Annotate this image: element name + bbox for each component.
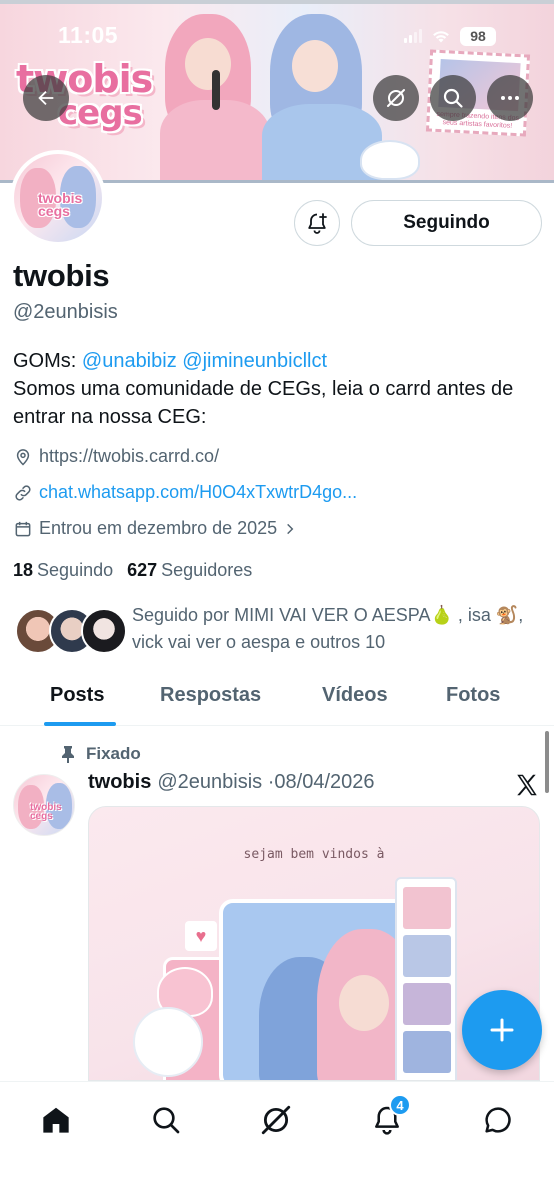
website-link[interactable]: chat.whatsapp.com/H0O4xTxwtrD4go...: [39, 482, 357, 503]
compose-post-button[interactable]: [462, 990, 542, 1070]
post-avatar-logo: twobis cegs: [30, 803, 62, 822]
more-icon: [501, 96, 519, 100]
bell-plus-icon: [308, 213, 327, 234]
joined-text: Entrou em dezembro de 2025: [39, 518, 278, 538]
profile-bio: GOMs: @unabibiz @jimineunbicllct Somos u…: [13, 347, 533, 431]
bio-prefix: GOMs:: [13, 350, 82, 372]
chevron-right-icon: [287, 523, 294, 534]
nav-grok[interactable]: [256, 1100, 296, 1140]
avatar-logo: twobis cegs: [38, 191, 82, 219]
scrollbar-thumb[interactable]: [545, 731, 549, 793]
grok-button[interactable]: [373, 75, 419, 121]
media-bunny-plush: [133, 1007, 203, 1077]
status-time: 11:05: [58, 22, 119, 48]
plus-icon: [490, 1018, 514, 1042]
heart-icon: ♥: [185, 921, 217, 951]
post-header: twobis @2eunbisis ·08/04/2026: [88, 771, 375, 794]
display-name: twobis: [13, 258, 110, 293]
media-face: [339, 975, 389, 1031]
nav-search[interactable]: [146, 1100, 186, 1140]
media-caption: sejam bem vindos à: [243, 847, 385, 862]
back-button[interactable]: [23, 75, 69, 121]
status-icons: 98: [404, 26, 496, 46]
followed-by-avatars[interactable]: [15, 608, 127, 656]
banner-logo-line2: cegs: [58, 93, 143, 133]
pin-icon: [62, 746, 74, 763]
profile-website[interactable]: chat.whatsapp.com/H0O4xTxwtrD4go...: [13, 482, 357, 503]
post-author-avatar[interactable]: twobis cegs: [13, 774, 75, 836]
tab-replies[interactable]: Respostas: [160, 684, 261, 707]
post-author-name[interactable]: twobis: [88, 771, 151, 793]
notification-subscribe-button[interactable]: [294, 200, 340, 246]
tab-videos[interactable]: Vídeos: [322, 684, 388, 707]
following-button[interactable]: Seguindo: [351, 200, 542, 246]
back-arrow-icon: [38, 90, 54, 106]
followers-count: 627: [127, 560, 158, 580]
bio-mention-jimineunbicllct[interactable]: @jimineunbicllct: [182, 350, 327, 372]
followers-label: Seguidores: [161, 560, 253, 580]
avatar-image: twobis cegs: [14, 154, 102, 242]
search-icon: [153, 1107, 180, 1134]
link-icon: [15, 484, 31, 501]
following-link[interactable]: 18 Seguindo: [13, 560, 113, 581]
profile-avatar[interactable]: twobis cegs: [10, 150, 106, 246]
follower-avatar: [81, 608, 127, 654]
post-author-handle[interactable]: @2eunbisis: [157, 771, 262, 793]
calendar-icon: [15, 521, 31, 536]
banner-top-edge: [0, 0, 554, 4]
microphone-shape: [212, 70, 220, 110]
more-options-button[interactable]: [487, 75, 533, 121]
pinned-indicator: Fixado: [60, 744, 141, 764]
profile-handle: @2eunbisis: [13, 301, 118, 323]
banner-figure-left-face: [185, 38, 231, 90]
nav-home[interactable]: [36, 1100, 76, 1140]
profile-location: https://twobis.carrd.co/: [13, 446, 219, 467]
following-label: Seguindo: [37, 560, 114, 580]
nav-notifications[interactable]: 4: [367, 1094, 411, 1140]
x-logo-icon[interactable]: [514, 772, 540, 798]
battery-indicator: 98: [460, 26, 496, 46]
grok-icon: [387, 89, 405, 107]
follow-counts: 18 Seguindo 627 Seguidores: [13, 560, 252, 581]
location-pin-icon: [16, 448, 30, 466]
media-photo-strip: [395, 877, 457, 1080]
bio-mention-unabibiz[interactable]: @unabibiz: [82, 350, 177, 372]
following-count: 18: [13, 560, 34, 580]
location-text: https://twobis.carrd.co/: [39, 446, 220, 466]
banner-plush-toy: [360, 140, 420, 180]
bottom-navigation: 4: [0, 1081, 554, 1199]
banner-figure-left-body: [160, 100, 270, 183]
nav-messages[interactable]: [478, 1100, 518, 1140]
search-button[interactable]: [430, 75, 476, 121]
pinned-label: Fixado: [86, 744, 141, 763]
cellular-signal-icon: [404, 29, 422, 43]
active-tab-indicator: [44, 722, 116, 726]
followers-link[interactable]: 627 Seguidores: [127, 560, 252, 581]
wifi-icon: [433, 31, 449, 43]
messages-icon: [485, 1107, 511, 1133]
banner-figure-right-face: [292, 40, 338, 92]
profile-tabs: Posts Respostas Vídeos Fotos: [0, 668, 554, 726]
notifications-badge: 4: [389, 1094, 411, 1116]
post-avatar-logo-line2: cegs: [30, 811, 53, 822]
followed-by-text[interactable]: Seguido por MIMI VAI VER O AESPA🍐 , isa …: [132, 602, 537, 656]
post-date[interactable]: 08/04/2026: [274, 771, 374, 793]
home-icon: [43, 1107, 69, 1133]
tab-photos[interactable]: Fotos: [446, 684, 500, 707]
search-icon: [443, 88, 463, 108]
profile-joined[interactable]: Entrou em dezembro de 2025: [13, 518, 297, 539]
avatar-logo-line2: cegs: [38, 203, 70, 219]
bio-text: Somos uma comunidade de CEGs, leia o car…: [13, 378, 514, 428]
tab-posts[interactable]: Posts: [50, 684, 104, 707]
grok-icon: [261, 1105, 291, 1135]
